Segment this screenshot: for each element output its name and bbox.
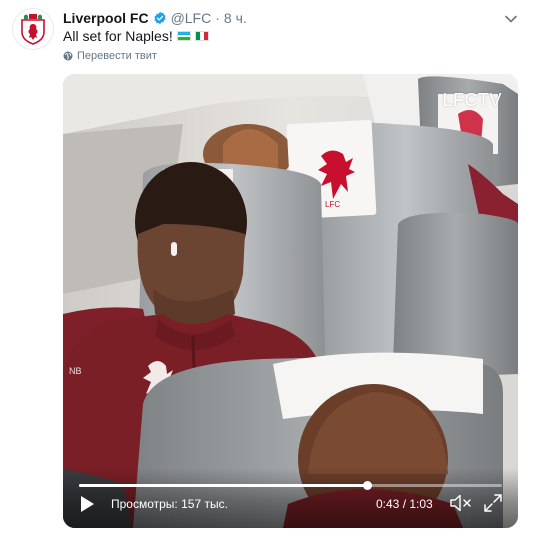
volume-muted-icon	[450, 494, 471, 512]
view-count: Просмотры: 157 тыс.	[111, 497, 228, 511]
verified-badge-icon	[153, 11, 167, 25]
user-handle[interactable]: @LFC	[171, 10, 212, 26]
tweet-text: All set for Naples!	[63, 28, 209, 44]
display-name[interactable]: Liverpool FC	[63, 10, 149, 26]
uzbekistan-flag-icon	[176, 31, 191, 41]
tweet-timestamp[interactable]: 8 ч.	[224, 10, 247, 26]
time-display: 0:43 / 1:03	[376, 497, 433, 511]
progress-fill	[79, 484, 368, 487]
translate-label: Перевести твит	[77, 50, 157, 62]
translate-tweet-link[interactable]: Перевести твит	[63, 50, 157, 62]
progress-thumb[interactable]	[363, 481, 373, 490]
volume-button[interactable]	[450, 493, 472, 513]
avatar[interactable]	[12, 8, 54, 50]
tweet-card[interactable]: Liverpool FC @LFC · 8 ч. All set for Nap…	[0, 0, 543, 537]
lfctv-watermark: LFCTV	[442, 90, 502, 110]
video-controls: Просмотры: 157 тыс. 0:43 / 1:03	[63, 468, 518, 528]
header-separator: ·	[215, 10, 220, 26]
fullscreen-button[interactable]	[483, 493, 503, 513]
chevron-down-icon[interactable]	[504, 12, 518, 26]
progress-bar[interactable]	[79, 481, 502, 490]
play-button[interactable]	[77, 494, 97, 514]
fullscreen-icon	[484, 494, 502, 512]
svg-text:NB: NB	[69, 366, 82, 376]
italy-flag-icon	[194, 31, 209, 41]
svg-text:LFC: LFC	[325, 200, 340, 209]
play-icon	[81, 496, 94, 512]
tweet-header: Liverpool FC @LFC · 8 ч.	[63, 9, 247, 27]
video-player[interactable]: LFC LFC NB LFCTV	[63, 74, 518, 528]
lfc-crest-icon	[21, 14, 45, 45]
video-frame: LFC LFC NB	[63, 74, 518, 528]
tweet-text-content: All set for Naples!	[63, 28, 173, 44]
globe-icon	[63, 51, 73, 61]
